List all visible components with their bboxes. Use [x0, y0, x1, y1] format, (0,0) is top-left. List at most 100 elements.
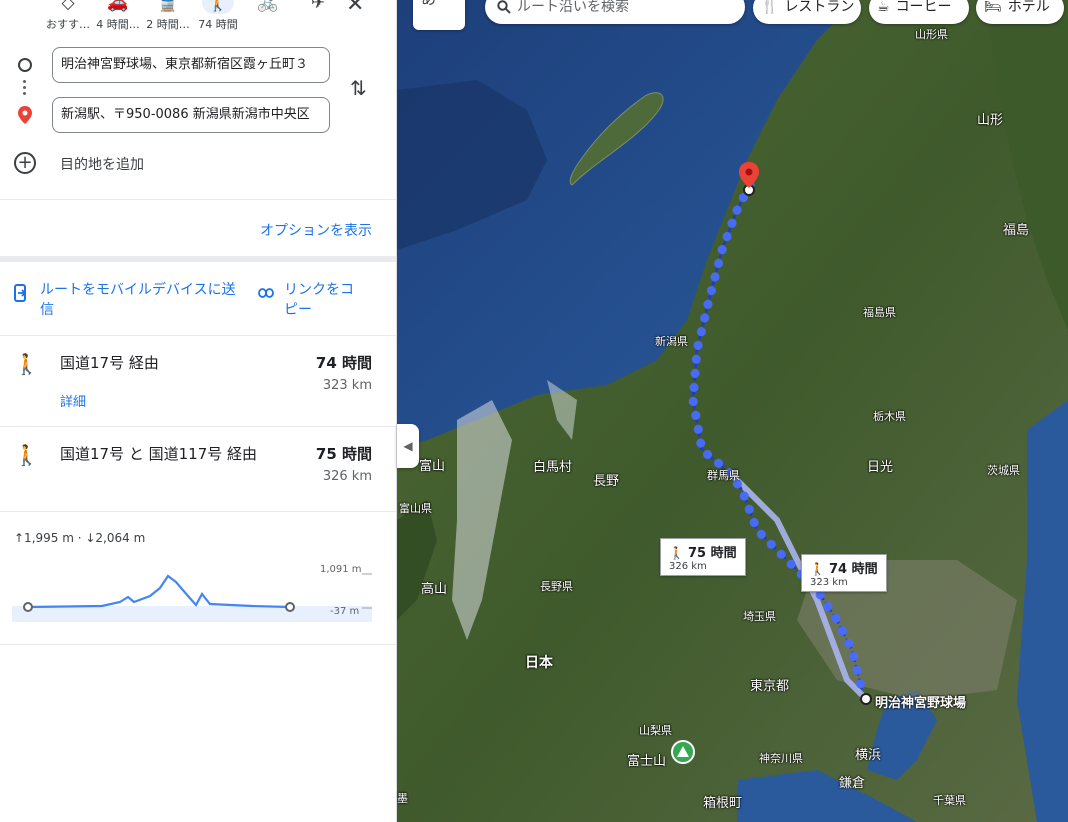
- collapse-panel-button[interactable]: ◀: [397, 424, 419, 468]
- map-label: 神奈川県: [759, 752, 803, 765]
- route-time: 75 時間: [315, 445, 372, 463]
- search-placeholder: ルート沿いを検索: [517, 0, 629, 15]
- car-icon: 🚗: [107, 0, 129, 13]
- add-destination-icon[interactable]: +: [14, 152, 36, 174]
- recommended-icon: ◇: [61, 0, 75, 13]
- divider: [0, 199, 396, 200]
- destination-pin-icon: [16, 106, 34, 128]
- swap-icon[interactable]: ⇅: [350, 76, 367, 100]
- mode-recommended[interactable]: ◇ おすす…: [40, 0, 96, 38]
- route-option-2[interactable]: 🚶 国道17号 と 国道117号 経由 75 時間 326 km: [0, 427, 396, 511]
- mode-label: 74 時間: [198, 18, 238, 31]
- mode-flight[interactable]: ✈: [290, 0, 346, 38]
- route-search-input[interactable]: ルート沿いを検索: [485, 0, 745, 24]
- travel-mode-bar: ◇ おすす… 🚗 4 時間… 🚆 2 時間… 🚶 74 時間 🚲 ✈ ✕: [0, 0, 396, 40]
- chip-coffee[interactable]: ☕ コーヒー: [869, 0, 969, 24]
- mode-walk[interactable]: 🚶 74 時間: [190, 0, 246, 38]
- map-label: 東京都: [750, 679, 790, 694]
- walk-icon: 🚶: [14, 352, 39, 376]
- map-label: 山形県: [915, 28, 948, 41]
- map-label: 富山: [419, 459, 446, 474]
- map-label: 山梨県: [639, 724, 672, 737]
- divider: [0, 644, 396, 645]
- map-label: 山形: [977, 113, 1004, 128]
- map-label: 高山: [421, 582, 448, 597]
- mode-transit[interactable]: 🚆 2 時間…: [140, 0, 196, 38]
- map-label: 福島県: [863, 306, 896, 319]
- map-label-origin: 明治神宮野球場: [875, 696, 967, 711]
- close-icon[interactable]: ✕: [346, 0, 364, 17]
- map-label: 福島: [1003, 223, 1030, 238]
- map-label: 千葉県: [933, 794, 966, 807]
- route-name: 国道17号 経由: [60, 354, 159, 372]
- waypoint-dots-icon: [23, 80, 26, 98]
- chip-label: コーヒー: [895, 0, 952, 15]
- chip-hotel[interactable]: 🛏 ホテル: [976, 0, 1064, 24]
- destination-input[interactable]: 新潟駅、〒950-0086 新潟県新潟市中央区: [52, 97, 330, 133]
- flight-icon: ✈: [310, 0, 326, 13]
- map-label: 富山県: [399, 502, 432, 515]
- map-canvas[interactable]: 山形県 山形 福島 福島県 新潟県 栃木県 白馬村 長野 群馬県 日光 茨城県 …: [397, 0, 1068, 822]
- map-label: 群馬県: [707, 469, 740, 482]
- elevation-min-label: -37 m: [330, 606, 360, 617]
- map-label: 長野県: [540, 580, 573, 593]
- route-time: 74 時間: [315, 354, 372, 372]
- coffee-icon: ☕: [877, 0, 890, 15]
- route-distance: 323 km: [322, 378, 372, 393]
- route-bubble-main[interactable]: 🚶 74 時間 323 km: [801, 554, 887, 592]
- bubble-distance: 323 km: [810, 577, 848, 588]
- chip-label: レストラン: [784, 0, 855, 15]
- chip-restaurant[interactable]: 🍴 レストラン: [753, 0, 861, 24]
- mode-label: 2 時間…: [146, 18, 190, 31]
- elevation-summary: ↑1,995 m · ↓2,064 m: [14, 531, 146, 545]
- walk-icon: 🚶: [207, 0, 229, 13]
- origin-input[interactable]: 明治神宮野球場、東京都新宿区霞ヶ丘町３: [52, 47, 330, 83]
- elevation-max-label: 1,091 m: [320, 564, 362, 575]
- map-label: 鎌倉: [839, 776, 866, 791]
- map-label: 長野: [593, 474, 620, 489]
- ime-label: あ: [421, 0, 436, 9]
- map-label: 栃木県: [873, 410, 906, 423]
- map-label: 白馬村: [533, 460, 573, 475]
- mode-bicycle[interactable]: 🚲: [240, 0, 296, 38]
- add-destination-button[interactable]: 目的地を追加: [60, 154, 144, 174]
- section-divider: [0, 256, 396, 262]
- satellite-imagery: [397, 0, 1068, 822]
- map-label: 埼玉県: [743, 610, 776, 623]
- mode-car[interactable]: 🚗 4 時間…: [90, 0, 146, 38]
- map-label: 日光: [867, 460, 894, 475]
- map-label: 新潟県: [655, 335, 688, 348]
- route-details-link[interactable]: 詳細: [60, 391, 86, 410]
- mode-label: おすす…: [46, 18, 90, 31]
- route-distance: 326 km: [322, 469, 372, 484]
- directions-panel: ◇ おすす… 🚗 4 時間… 🚆 2 時間… 🚶 74 時間 🚲 ✈ ✕ 明治神…: [0, 0, 397, 822]
- chevron-down-icon: ▼: [449, 0, 457, 1]
- map-label: 横浜: [855, 748, 882, 763]
- input-method-button[interactable]: あ ▼: [413, 0, 465, 30]
- search-icon: [497, 0, 511, 24]
- show-options-link[interactable]: オプションを表示: [260, 220, 372, 240]
- walk-icon: 🚶: [810, 562, 825, 576]
- walk-icon: 🚶: [669, 546, 684, 560]
- link-icon: [258, 284, 274, 302]
- restaurant-icon: 🍴: [761, 0, 779, 15]
- mode-label: 4 時間…: [96, 18, 140, 31]
- route-name: 国道17号 と 国道117号 経由: [60, 445, 258, 463]
- divider: [0, 511, 396, 512]
- map-label: 墨: [397, 792, 408, 805]
- elevation-chart: [12, 573, 372, 622]
- map-label: 富士山: [627, 754, 667, 769]
- bubble-distance: 326 km: [669, 561, 707, 572]
- copy-link-label: リンクをコピー: [284, 282, 354, 318]
- map-label: 茨城県: [987, 464, 1020, 477]
- bicycle-icon: 🚲: [257, 0, 279, 13]
- walk-icon: 🚶: [14, 443, 39, 467]
- chip-label: ホテル: [1007, 0, 1050, 15]
- hotel-icon: 🛏: [984, 0, 1002, 15]
- bubble-time: 74 時間: [828, 562, 878, 577]
- chevron-left-icon: ◀: [403, 439, 413, 453]
- bubble-time: 75 時間: [687, 546, 737, 561]
- route-option-1[interactable]: 🚶 国道17号 経由 74 時間 323 km 詳細: [0, 336, 396, 426]
- map-label-country: 日本: [525, 655, 553, 671]
- route-bubble-alt[interactable]: 🚶 75 時間 326 km: [660, 538, 746, 576]
